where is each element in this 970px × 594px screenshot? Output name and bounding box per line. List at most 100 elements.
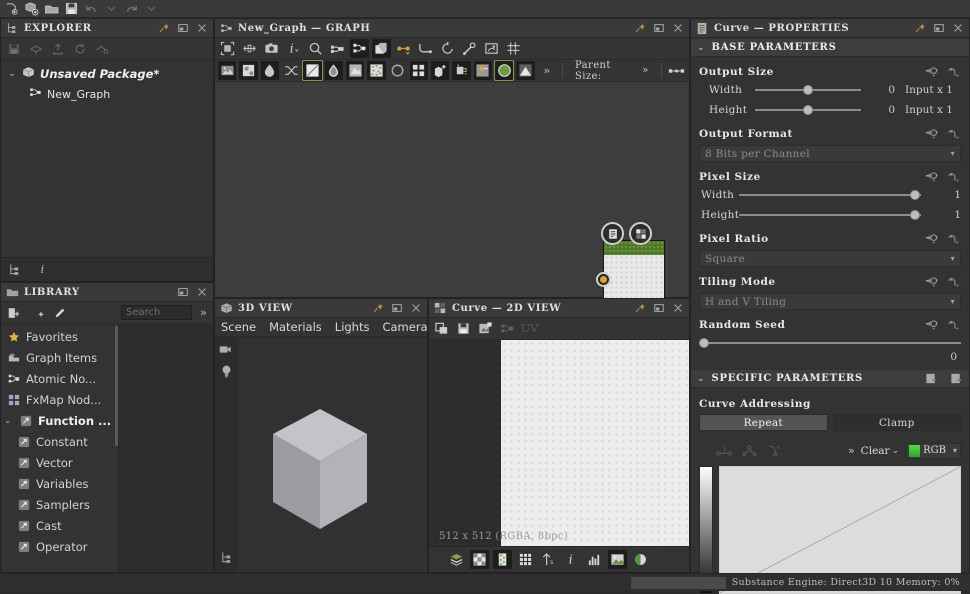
curve-channel-dropdown[interactable]: RGB ▾ — [905, 442, 961, 459]
curve-clear-button[interactable]: Clear — [861, 445, 890, 457]
chevron-down-icon[interactable]: ▾ — [951, 254, 955, 263]
curve-corner-icon[interactable] — [765, 441, 784, 460]
pixel-size-height-slider[interactable] — [739, 208, 921, 222]
reset-parameter-icon[interactable] — [947, 318, 961, 332]
output-size-width-value[interactable]: 0 — [861, 84, 895, 96]
output-size-width-slider[interactable] — [755, 83, 861, 97]
tree-item-graph[interactable]: New_Graph — [1, 84, 213, 104]
expose-parameter-icon[interactable] — [925, 65, 939, 79]
pixel-size-width-slider[interactable] — [739, 188, 921, 202]
2d-view-badge-icon[interactable] — [629, 222, 652, 245]
pixel-ratio-dropdown[interactable]: Square ▾ — [699, 250, 961, 267]
view2d-image[interactable] — [501, 340, 689, 546]
refresh-icon[interactable] — [26, 39, 45, 58]
layers-icon[interactable] — [447, 550, 466, 569]
save-icon[interactable] — [454, 319, 473, 338]
frame-all-icon[interactable] — [218, 39, 237, 58]
view3d-viewport[interactable] — [215, 337, 427, 572]
expose-parameter-icon[interactable] — [925, 170, 939, 184]
graph-canvas[interactable] — [215, 82, 689, 327]
view2d-viewport[interactable] — [429, 340, 689, 546]
doc-badge-icon[interactable] — [601, 222, 624, 245]
chevron-down-icon[interactable]: ⌄ — [4, 416, 13, 426]
graph-node-icon[interactable] — [350, 39, 369, 58]
library-item-favorites[interactable]: Favorites — [1, 326, 118, 347]
pin-icon[interactable] — [913, 21, 927, 35]
close-icon[interactable] — [671, 301, 685, 315]
section-base-parameters[interactable]: ⌄ BASE PARAMETERS — [691, 38, 969, 57]
parent-size-control[interactable]: Parent Size: » — [569, 60, 655, 82]
chevron-down-icon[interactable]: ▾ — [949, 446, 957, 455]
random-seed-slider[interactable] — [699, 336, 961, 350]
library-grid[interactable] — [119, 324, 213, 572]
info-icon[interactable]: i — [562, 550, 581, 569]
pin-icon[interactable] — [371, 301, 385, 315]
info-icon[interactable]: i — [284, 39, 303, 58]
export-icon[interactable] — [48, 39, 67, 58]
svg-icon[interactable] — [239, 61, 258, 80]
library-item-variables[interactable]: Variables — [1, 473, 118, 494]
maximize-icon[interactable] — [176, 285, 190, 299]
image-icon[interactable] — [608, 550, 627, 569]
save-package-icon[interactable] — [62, 0, 81, 18]
pixel-size-height-value[interactable]: 1 — [921, 209, 961, 221]
blend-icon[interactable] — [260, 61, 279, 80]
search-input[interactable]: Search — [121, 305, 192, 320]
checker-icon[interactable] — [470, 550, 489, 569]
load-preset-icon[interactable] — [924, 372, 938, 386]
new-package-icon[interactable] — [22, 0, 41, 18]
curve-smooth-icon[interactable] — [740, 441, 759, 460]
save-preset-icon[interactable] — [949, 372, 963, 386]
close-icon[interactable] — [409, 301, 423, 315]
curve-addressing-repeat-button[interactable]: Repeat — [699, 414, 828, 431]
reset-parameter-icon[interactable] — [947, 65, 961, 79]
pin-icon[interactable] — [633, 21, 647, 35]
search-expand-icon[interactable]: » — [194, 303, 213, 322]
chevron-right-icon[interactable]: » — [642, 65, 649, 76]
open-package-icon[interactable] — [42, 0, 61, 18]
curve-icon[interactable] — [302, 60, 323, 81]
zoom-icon[interactable] — [306, 39, 325, 58]
chevron-down-icon[interactable]: ⌄ — [892, 446, 900, 456]
output-size-height-value[interactable]: 0 — [861, 104, 895, 116]
link-icon[interactable] — [92, 39, 111, 58]
info-tab-icon[interactable]: i — [35, 263, 49, 277]
maximize-icon[interactable] — [652, 21, 666, 35]
grid-icon[interactable] — [504, 39, 523, 58]
duplicate-icon[interactable] — [372, 39, 391, 58]
new-category-icon[interactable] — [4, 303, 23, 322]
close-icon[interactable] — [195, 285, 209, 299]
redo-history-dropdown-icon[interactable] — [142, 0, 161, 18]
output-format-dropdown[interactable]: 8 Bits per Channel ▾ — [699, 145, 961, 162]
view3d-menu-lights[interactable]: Lights — [335, 320, 370, 334]
histogram-icon[interactable] — [585, 550, 604, 569]
edit-icon[interactable] — [50, 303, 69, 322]
dot-icon[interactable] — [473, 61, 493, 80]
node-output-port[interactable] — [596, 272, 611, 287]
chevron-down-icon[interactable]: ⌄ — [697, 374, 705, 384]
curve-addressing-clamp-button[interactable]: Clamp — [832, 414, 961, 431]
chevron-down-icon[interactable]: ⌄ — [7, 69, 17, 79]
pour-icon[interactable] — [452, 61, 471, 80]
close-icon[interactable] — [951, 21, 965, 35]
refresh-node-icon[interactable] — [438, 39, 457, 58]
reset-parameter-icon[interactable] — [947, 275, 961, 289]
curve-node-icon[interactable] — [416, 39, 435, 58]
library-item-fxmap-nod[interactable]: FxMap Nod... — [1, 389, 118, 410]
new-graph-icon[interactable] — [2, 0, 21, 18]
node-io-icon[interactable] — [668, 61, 686, 80]
maximize-icon[interactable] — [652, 301, 666, 315]
reset-parameter-icon[interactable] — [947, 170, 961, 184]
export-icon[interactable] — [476, 319, 495, 338]
copy-icon[interactable] — [432, 319, 451, 338]
water-icon[interactable] — [324, 61, 343, 80]
library-item-cast[interactable]: Cast — [1, 515, 118, 536]
tiling-mode-dropdown[interactable]: H and V Tiling ▾ — [699, 293, 961, 310]
graph-toolbar-more-icon[interactable]: » — [538, 61, 556, 80]
output-size-height-slider[interactable] — [755, 103, 861, 117]
compare-icon[interactable]: s — [539, 550, 558, 569]
library-item-constant[interactable]: Constant — [1, 431, 118, 452]
library-item-operator[interactable]: Operator — [1, 536, 118, 557]
screenshot-icon[interactable] — [262, 39, 281, 58]
move-tool-icon[interactable] — [240, 39, 259, 58]
